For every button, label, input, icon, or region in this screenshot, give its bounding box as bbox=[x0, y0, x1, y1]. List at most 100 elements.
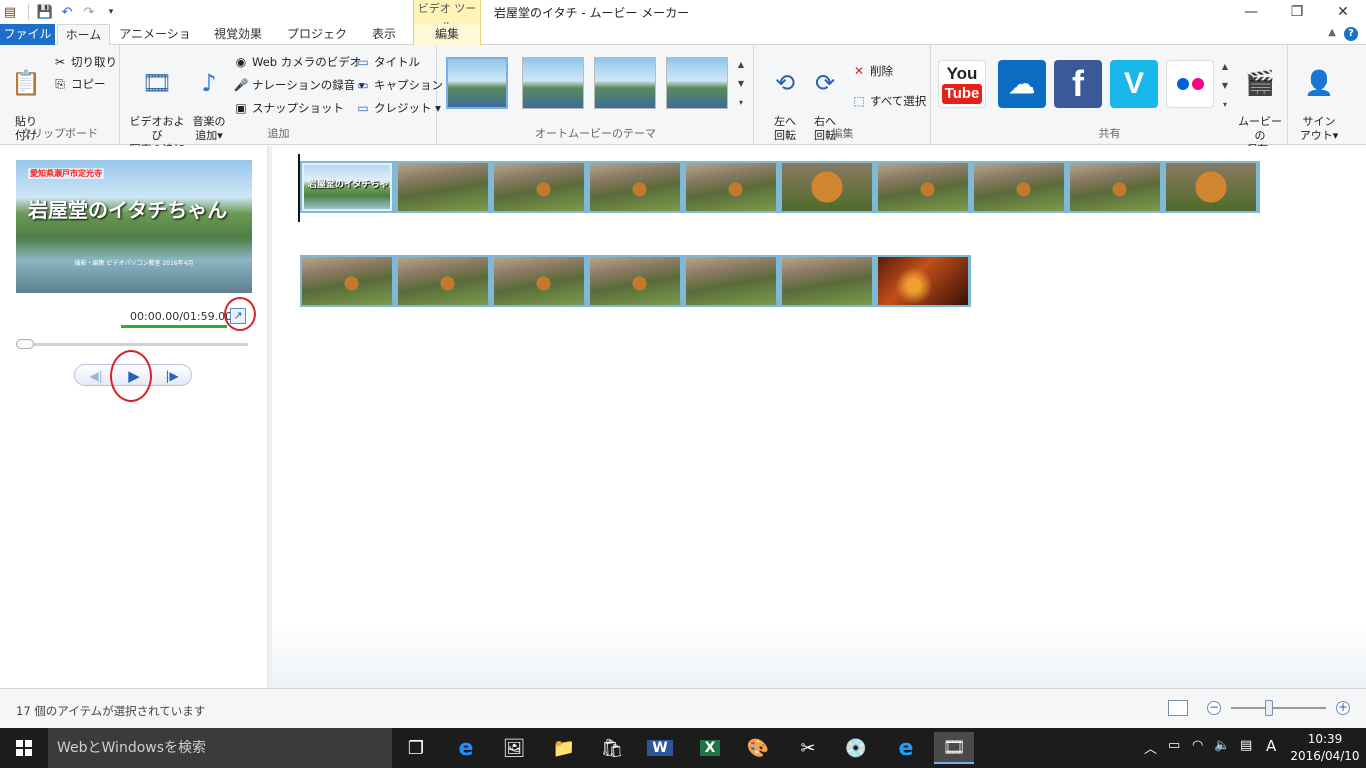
minimize-button[interactable]: — bbox=[1228, 0, 1274, 24]
zoom-slider-track[interactable] bbox=[1231, 707, 1326, 709]
collapse-ribbon-icon[interactable]: ▲ bbox=[1328, 27, 1336, 38]
clip-9[interactable] bbox=[1070, 163, 1160, 211]
clip-12[interactable] bbox=[398, 257, 488, 305]
clip-15[interactable] bbox=[686, 257, 776, 305]
ime-indicator[interactable]: A bbox=[1266, 737, 1276, 755]
movie-maker-taskbar-icon[interactable]: 🎞 bbox=[934, 732, 974, 764]
credits-button[interactable]: ▭ クレジット ▾ bbox=[355, 98, 441, 118]
theme-pan-zoom-thumb[interactable] bbox=[666, 57, 728, 109]
sign-out-button[interactable]: 👤 サイン アウト▾ bbox=[1295, 53, 1343, 143]
cut-button[interactable]: ✂ 切り取り bbox=[52, 52, 117, 72]
group-automovie-themes: ▲ ▼ ▾ オートムービーのテーマ bbox=[438, 45, 754, 145]
customize-qat-icon[interactable]: ▾ bbox=[101, 2, 121, 22]
volume-icon[interactable]: 🔈 bbox=[1214, 738, 1230, 753]
copy-button[interactable]: ⎘ コピー bbox=[52, 74, 105, 94]
clip-2[interactable] bbox=[398, 163, 488, 211]
clip-16[interactable] bbox=[782, 257, 872, 305]
clock-time[interactable]: 10:39 bbox=[1300, 732, 1350, 746]
share-gallery-scroll[interactable]: ▲ ▼ ▾ bbox=[1218, 57, 1232, 115]
task-view-icon[interactable]: ❐ bbox=[396, 732, 436, 764]
disc-burner-icon[interactable]: 💿 bbox=[836, 732, 876, 764]
app-menu-icon[interactable]: ▤ bbox=[0, 2, 20, 22]
maximize-button[interactable]: ❐ bbox=[1274, 0, 1320, 24]
save-movie-button[interactable]: 🎬 ムービーの 保存▾ bbox=[1236, 53, 1284, 157]
clip-3[interactable] bbox=[494, 163, 584, 211]
clock-date[interactable]: 2016/04/10 bbox=[1290, 749, 1360, 763]
caption-button[interactable]: ▭ キャプション bbox=[355, 75, 443, 95]
share-group-label: 共有 bbox=[1098, 127, 1121, 140]
taskbar-search-box[interactable]: WebとWindowsを検索 bbox=[48, 728, 392, 768]
notification-icon[interactable]: ▤ bbox=[1240, 738, 1252, 753]
webcam-video-button[interactable]: ◉ Web カメラのビデオ bbox=[233, 52, 361, 72]
delete-button[interactable]: ✕ 削除 bbox=[851, 61, 893, 81]
clip-13[interactable] bbox=[494, 257, 584, 305]
caption-label: キャプション bbox=[374, 78, 443, 92]
clip-7[interactable] bbox=[878, 163, 968, 211]
qat-separator bbox=[28, 4, 29, 20]
clip-8[interactable] bbox=[974, 163, 1064, 211]
theme-gallery-scroll[interactable]: ▲ ▼ ▾ bbox=[734, 55, 748, 113]
record-narration-button[interactable]: 🎤 ナレーションの録音 ▾ bbox=[233, 75, 365, 95]
tab-home[interactable]: ホーム bbox=[57, 24, 110, 46]
wifi-icon[interactable]: ◠ bbox=[1192, 738, 1203, 753]
clip-4[interactable] bbox=[590, 163, 680, 211]
previous-frame-button[interactable]: ◀| bbox=[81, 365, 111, 387]
clip-5[interactable] bbox=[686, 163, 776, 211]
edge-icon[interactable]: e bbox=[446, 732, 486, 764]
cut-label: 切り取り bbox=[71, 55, 117, 69]
tab-visual-effects[interactable]: 視覚効果 bbox=[204, 24, 272, 45]
help-icon[interactable]: ? bbox=[1344, 27, 1358, 41]
preview-monitor[interactable]: 愛知県瀬戸市定光寺 岩屋堂のイタチちゃん 撮影・編集 ビデオパソコン教室 201… bbox=[16, 160, 252, 293]
paint-icon[interactable]: 🎨 bbox=[738, 732, 778, 764]
tab-animations[interactable]: アニメーション bbox=[116, 24, 194, 61]
excel-icon[interactable]: X bbox=[690, 732, 730, 764]
photo-app-icon[interactable]: 🖼 bbox=[494, 732, 534, 764]
theme-contemporary-thumb[interactable] bbox=[522, 57, 584, 109]
store-icon[interactable]: 🛍 bbox=[592, 732, 632, 764]
title-button[interactable]: ▭ タイトル bbox=[355, 52, 420, 72]
close-button[interactable]: ✕ bbox=[1320, 0, 1366, 24]
clip-11[interactable] bbox=[302, 257, 392, 305]
flickr-share-button[interactable] bbox=[1166, 60, 1214, 108]
undo-icon[interactable]: ↶ bbox=[57, 2, 77, 22]
tab-file[interactable]: ファイル bbox=[0, 24, 55, 45]
internet-explorer-icon[interactable]: e bbox=[886, 732, 926, 764]
battery-icon[interactable]: ▭ bbox=[1168, 738, 1180, 753]
group-signout: 👤 サイン アウト▾ bbox=[1289, 45, 1349, 145]
tray-overflow-icon[interactable]: ︿ bbox=[1144, 738, 1157, 757]
select-all-button[interactable]: ⬚ すべて選択 bbox=[851, 91, 926, 111]
taskbar: WebとWindowsを検索 ❐ e 🖼 📁 🛍 W X 🎨 ✂ 💿 e 🎞 ︿… bbox=[0, 728, 1366, 768]
theme-default-thumb[interactable] bbox=[446, 57, 508, 109]
onedrive-share-button[interactable]: ☁ bbox=[998, 60, 1046, 108]
vimeo-share-button[interactable]: V bbox=[1110, 60, 1158, 108]
youtube-tube-text: Tube bbox=[941, 84, 983, 104]
seek-thumb[interactable] bbox=[16, 339, 34, 349]
youtube-share-button[interactable]: You Tube bbox=[938, 60, 986, 108]
tab-project[interactable]: プロジェクト bbox=[282, 24, 352, 61]
clip-6[interactable] bbox=[782, 163, 872, 211]
clip-17[interactable] bbox=[878, 257, 968, 305]
file-explorer-icon[interactable]: 📁 bbox=[544, 732, 584, 764]
tab-view[interactable]: 表示 bbox=[362, 24, 406, 45]
clip-14[interactable] bbox=[590, 257, 680, 305]
snapshot-button[interactable]: ▣ スナップショット bbox=[233, 98, 344, 118]
redo-icon[interactable]: ↷ bbox=[79, 2, 99, 22]
add-video-photo-button[interactable]: 🎞 ビデオおよび 写真の追加 bbox=[125, 53, 189, 157]
thumbnail-size-button[interactable] bbox=[1168, 700, 1188, 716]
word-icon[interactable]: W bbox=[640, 732, 680, 764]
next-frame-button[interactable]: |▶ bbox=[157, 365, 187, 387]
zoom-in-button[interactable]: + bbox=[1336, 701, 1350, 715]
playhead-cursor[interactable] bbox=[298, 154, 300, 222]
tab-edit[interactable]: 編集 bbox=[413, 24, 481, 45]
seek-track[interactable] bbox=[16, 343, 248, 346]
save-icon[interactable]: 💾 bbox=[35, 2, 55, 22]
snipping-tool-icon[interactable]: ✂ bbox=[788, 732, 828, 764]
start-button[interactable] bbox=[0, 728, 48, 768]
theme-fade-thumb[interactable] bbox=[594, 57, 656, 109]
music-note-icon: ♪ bbox=[201, 69, 217, 97]
zoom-out-button[interactable]: − bbox=[1207, 701, 1221, 715]
facebook-share-button[interactable]: f bbox=[1054, 60, 1102, 108]
clip-10[interactable] bbox=[1166, 163, 1256, 211]
clip-title[interactable]: 岩屋堂のイタチちゃん bbox=[302, 163, 392, 211]
zoom-slider-thumb[interactable] bbox=[1265, 700, 1273, 716]
